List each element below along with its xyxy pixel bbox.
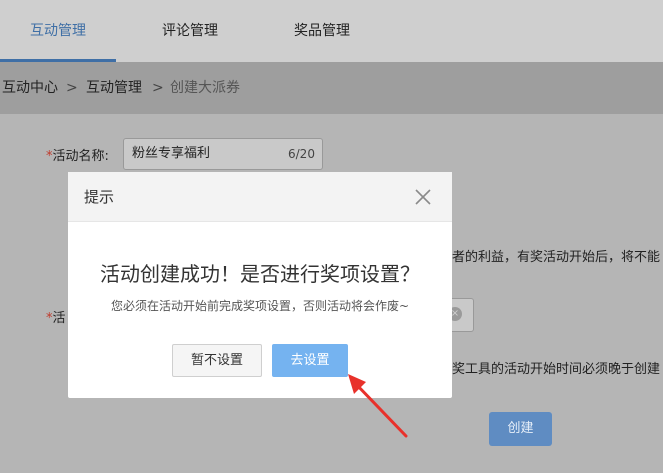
top-tab-bar: 互动管理 评论管理 奖品管理	[0, 0, 663, 62]
success-dialog: 提示 活动创建成功！是否进行奖项设置？ 您必须在活动开始前完成奖项设置，否则活动…	[68, 172, 452, 398]
create-button[interactable]: 创建	[489, 412, 552, 446]
breadcrumb-item-current: 创建大派券	[170, 80, 240, 96]
tab-interaction-management[interactable]: 互动管理	[0, 0, 116, 62]
breadcrumb: 互动中心 > 互动管理 > 创建大派券	[0, 62, 663, 114]
annotation-arrow-icon	[348, 374, 408, 438]
close-icon[interactable]	[414, 188, 432, 206]
breadcrumb-item-interaction-management[interactable]: 互动管理	[86, 62, 142, 114]
tab-comment-management[interactable]: 评论管理	[140, 0, 240, 62]
dialog-heading: 活动创建成功！是否进行奖项设置？	[100, 262, 420, 286]
activity-name-label: *活动名称:	[46, 149, 109, 164]
dialog-header: 提示	[68, 172, 452, 222]
partial-notice-text: 者的利益，有奖活动开始后，将不能	[452, 250, 661, 265]
activity-name-char-count: 6/20	[288, 147, 315, 161]
tab-prize-management[interactable]: 奖品管理	[272, 0, 372, 62]
chevron-right-icon: >	[152, 80, 164, 96]
second-field-label: *活	[46, 311, 66, 326]
breadcrumb-item-interaction-center[interactable]: 互动中心	[2, 62, 58, 114]
go-setup-button[interactable]: 去设置	[272, 344, 348, 377]
skip-setup-button[interactable]: 暂不设置	[172, 344, 262, 377]
dialog-description: 您必须在活动开始前完成奖项设置，否则活动将会作废~	[110, 299, 410, 313]
dialog-title: 提示	[84, 188, 115, 206]
chevron-right-icon: >	[66, 80, 78, 96]
partial-hint-text: 奖工具的活动开始时间必须晚于创建	[452, 362, 661, 377]
